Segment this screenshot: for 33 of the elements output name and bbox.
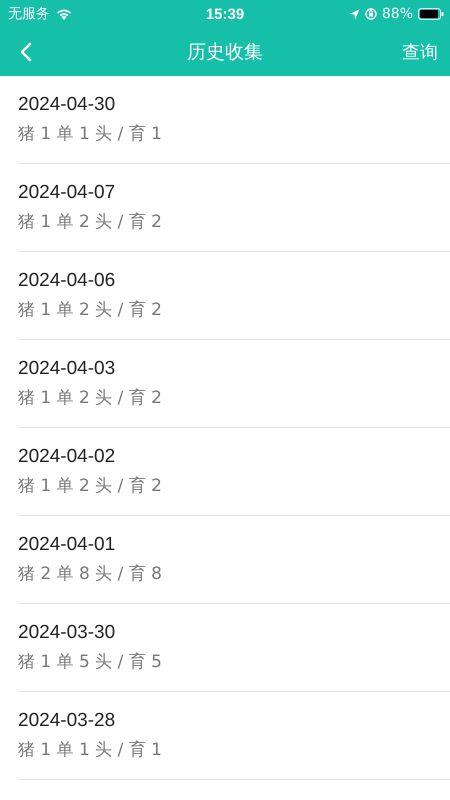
record-row[interactable]: 2024-04-06 猪 1 单 2 头 / 育 2 <box>18 252 450 340</box>
record-date: 2024-04-03 <box>18 358 116 380</box>
record-row[interactable]: 2024-04-01 猪 2 单 8 头 / 育 8 <box>18 516 450 604</box>
record-row[interactable]: 2024-03-30 猪 1 单 5 头 / 育 5 <box>18 604 450 692</box>
carrier-text: 无服务 <box>8 5 50 23</box>
record-date: 2024-04-07 <box>18 182 116 204</box>
record-summary: 猪 1 单 2 头 / 育 2 <box>18 475 162 497</box>
battery-percent: 88% <box>382 6 413 22</box>
wifi-icon <box>56 8 72 20</box>
record-summary: 猪 1 单 2 头 / 育 2 <box>18 299 162 321</box>
record-date: 2024-04-01 <box>18 534 116 556</box>
record-summary: 猪 1 单 2 头 / 育 2 <box>18 387 162 409</box>
record-date: 2024-03-28 <box>18 710 116 732</box>
record-row[interactable]: 2024-04-30 猪 1 单 1 头 / 育 1 <box>18 76 450 164</box>
battery-icon <box>418 8 444 20</box>
record-summary: 猪 1 单 5 头 / 育 5 <box>18 651 162 673</box>
record-summary: 猪 1 单 2 头 / 育 2 <box>18 211 162 233</box>
record-date: 2024-04-02 <box>18 446 116 468</box>
record-row[interactable]: 2024-04-03 猪 1 单 2 头 / 育 2 <box>18 340 450 428</box>
record-date: 2024-04-30 <box>18 94 116 116</box>
record-date: 2024-04-06 <box>18 270 116 292</box>
rotation-lock-icon <box>364 8 377 20</box>
page-title: 历史收集 <box>187 40 263 65</box>
location-icon <box>348 8 360 20</box>
record-summary: 猪 1 单 1 头 / 育 1 <box>18 123 162 145</box>
back-icon <box>20 42 32 62</box>
record-summary: 猪 2 单 8 头 / 育 8 <box>18 563 162 585</box>
record-row[interactable]: 2024-04-07 猪 1 单 2 头 / 育 2 <box>18 164 450 252</box>
record-row[interactable]: 2024-04-02 猪 1 单 2 头 / 育 2 <box>18 428 450 516</box>
record-row[interactable]: 2024-03-28 猪 1 单 1 头 / 育 1 <box>18 692 450 780</box>
clock-time: 15:39 <box>206 6 244 22</box>
record-summary: 猪 1 单 1 头 / 育 1 <box>18 739 162 761</box>
record-date: 2024-03-30 <box>18 622 116 644</box>
